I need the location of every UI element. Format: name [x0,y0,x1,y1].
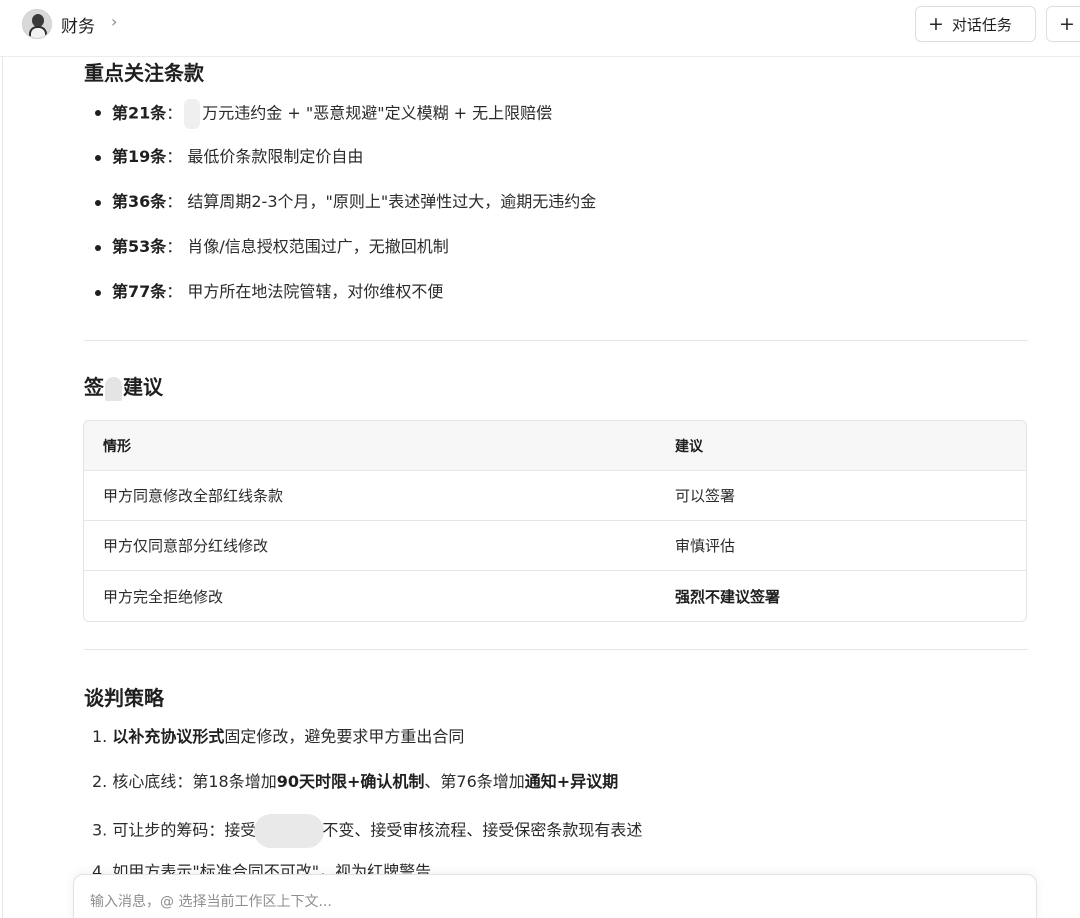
list-item: 1. 以补充协议形式固定修改，避免要求甲方重出合同 [92,724,642,769]
table-cell: 可以签署 [675,487,736,505]
step-text: 、第76条增加 [424,772,525,791]
table-header-cell: 建议 [675,438,703,455]
plus-icon: + [928,12,944,35]
add-button[interactable]: + [1046,6,1080,42]
workspace-title[interactable]: 财务 [61,12,95,37]
table-row: 甲方同意修改全部红线条款 可以签署 [84,471,1026,521]
step-text: 可让步的筹码：接受 [112,820,257,840]
clause-label: 第77条 [112,282,167,301]
chevron-right-icon[interactable]: › [111,12,117,31]
heading-text-start: 签 [84,375,104,399]
chat-input-box[interactable] [73,874,1037,918]
section-divider [84,649,1028,650]
new-task-button[interactable]: + 对话任务 [915,6,1036,42]
avatar[interactable] [22,9,52,39]
clause-text: 结算周期2-3个月，"原则上"表述弹性过大，逾期无违约金 [187,192,597,211]
clause-label: 第21条 [112,103,167,123]
table-cell: 审慎评估 [675,537,736,555]
table-cell: 甲方仅同意部分红线修改 [103,537,269,555]
redaction-mask [184,99,201,129]
list-item: 第19条： 最低价条款限制定价自由 [84,144,596,189]
table-row: 甲方完全拒绝修改 强烈不建议签署 [84,571,1026,621]
plus-icon: + [1059,12,1075,35]
section-divider [84,340,1028,341]
step-text: 固定修改，避免要求甲方重出合同 [224,727,465,746]
step-bold-text: 通知+异议期 [524,772,619,791]
clause-text: 甲方所在地法院管辖，对你维权不便 [187,282,444,301]
clause-text: 万元违约金 + "恶意规避"定义模糊 + 无上限赔偿 [202,103,553,123]
list-item: 第53条： 肖像/信息授权范围过广，无撤回机制 [84,234,596,279]
list-item: 3. 可让步的筹码：接受 不变、接受审核流程、接受保密条款现有表述 [92,814,642,859]
clause-label: 第36条 [112,192,167,211]
table-cell: 甲方同意修改全部红线条款 [103,487,284,505]
list-item: 第21条： 万元违约金 + "恶意规避"定义模糊 + 无上限赔偿 [84,99,596,144]
step-bold-text: 90天时限+确认机制 [276,772,425,791]
top-bar: 财务 › + 对话任务 + [0,0,1080,57]
heading-text-end: 建议 [123,375,163,399]
section-heading-focus: 重点关注条款 [84,61,204,85]
message-content: 重点关注条款 第21条： 万元违约金 + "恶意规避"定义模糊 + 无上限赔偿 第… [0,57,1080,918]
table-row: 甲方仅同意部分红线修改 审慎评估 [84,521,1026,571]
table-cell: 强烈不建议签署 [675,587,781,606]
clause-label: 第19条 [112,147,167,166]
step-number: 3. [92,820,108,840]
section-heading-sign: 签建议 [84,371,163,401]
step-number: 2. [92,772,108,791]
section-heading-negotiation: 谈判策略 [84,686,164,710]
step-bold-text: 以补充协议形式 [112,727,225,746]
avatar-body-shape [29,26,47,38]
clause-text: 最低价条款限制定价自由 [187,147,364,166]
table-header-row: 情形 建议 [84,421,1026,471]
focus-list: 第21条： 万元违约金 + "恶意规避"定义模糊 + 无上限赔偿 第19条： 最低… [84,99,596,324]
step-number: 1. [92,727,108,746]
table-header-cell: 情形 [103,438,131,455]
panel-border [2,57,3,918]
advice-table: 情形 建议 甲方同意修改全部红线条款 可以签署 甲方仅同意部分红线修改 审慎评估… [83,420,1027,622]
redaction-mask [105,376,122,401]
table-cell: 甲方完全拒绝修改 [103,587,224,606]
message-input[interactable] [90,891,990,913]
new-task-label: 对话任务 [951,15,1012,34]
list-item: 第36条： 结算周期2-3个月，"原则上"表述弹性过大，逾期无违约金 [84,189,596,234]
list-item: 第77条： 甲方所在地法院管辖，对你维权不便 [84,279,596,324]
list-item: 2. 核心底线：第18条增加90天时限+确认机制、第76条增加通知+异议期 [92,769,642,814]
clause-text: 肖像/信息授权范围过广，无撤回机制 [187,237,449,256]
step-text: 不变、接受审核流程、接受保密条款现有表述 [322,820,643,840]
clause-label: 第53条 [112,237,167,256]
redaction-mask [254,814,325,848]
step-text: 核心底线：第18条增加 [112,772,277,791]
